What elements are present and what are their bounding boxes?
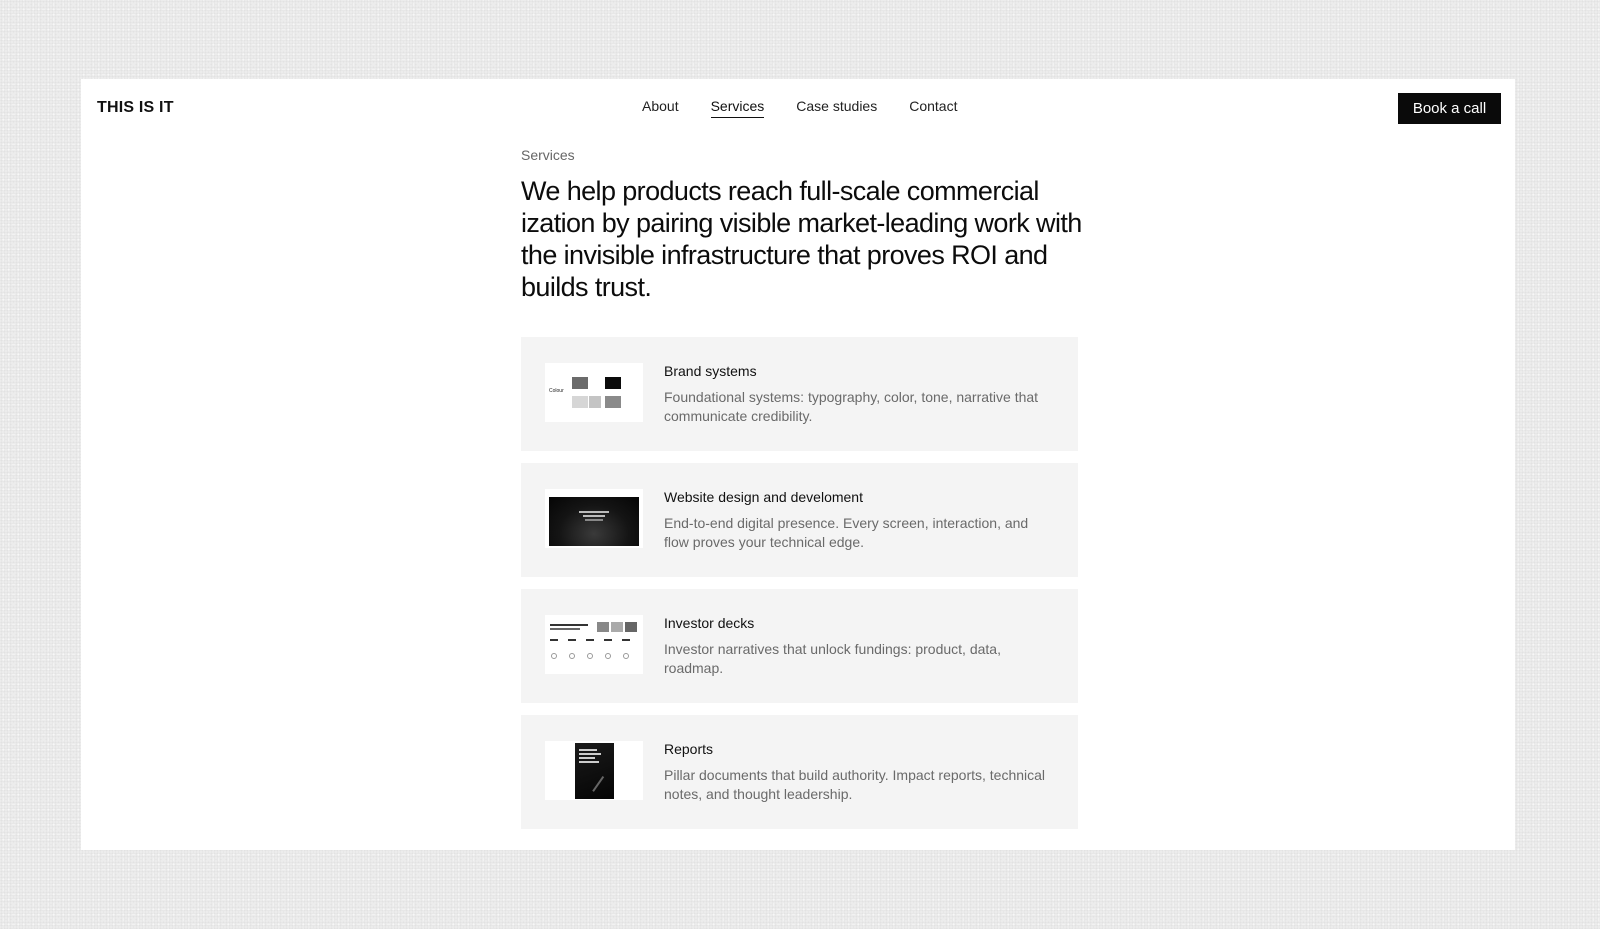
preview-line <box>579 511 609 513</box>
cover-line <box>579 761 599 763</box>
deck-stat <box>604 639 612 641</box>
main-nav: About Services Case studies Contact <box>642 98 989 118</box>
deck-heading-line <box>550 624 588 626</box>
reports-thumbnail <box>545 741 643 800</box>
page-frame: THIS IS IT About Services Case studies C… <box>81 79 1515 850</box>
deck-block <box>625 622 637 632</box>
report-cover <box>575 743 614 799</box>
page-headline: We help products reach full-scale commer… <box>521 176 1082 302</box>
investor-decks-thumbnail <box>545 615 643 674</box>
thumbnail-label: Colour <box>549 388 564 394</box>
deck-icon <box>623 653 629 659</box>
deck-block <box>597 622 609 632</box>
deck-stat <box>586 639 594 641</box>
site-logo[interactable]: THIS IS IT <box>97 99 174 117</box>
brand-systems-thumbnail: Colour <box>545 363 643 422</box>
deck-heading-line <box>550 628 580 630</box>
service-description: End-to-end digital presence. Every scree… <box>664 515 1029 550</box>
website-preview <box>549 497 639 546</box>
deck-stat <box>568 639 576 641</box>
nav-item-contact[interactable]: Contact <box>909 98 957 118</box>
deck-stat <box>622 639 630 641</box>
nav-item-about[interactable]: About <box>642 98 679 118</box>
preview-line <box>583 515 605 517</box>
swatch-light <box>572 396 588 408</box>
swatch-black <box>605 377 621 389</box>
service-description: Foundational systems: typography, color,… <box>664 389 1039 424</box>
deck-block <box>611 622 623 632</box>
services-list: Colour Brand systems Foundational system… <box>521 337 1078 841</box>
service-card-investor-decks[interactable]: Investor decks Investor narratives that … <box>521 589 1078 703</box>
section-eyebrow: Services <box>521 147 575 163</box>
swatch-light-2 <box>589 396 601 408</box>
service-card-reports[interactable]: Reports Pillar documents that build auth… <box>521 715 1078 829</box>
deck-icon <box>605 653 611 659</box>
nav-item-case-studies[interactable]: Case studies <box>796 98 877 118</box>
deck-icon <box>587 653 593 659</box>
swatch-grey <box>572 377 588 389</box>
service-card-brand-systems[interactable]: Colour Brand systems Foundational system… <box>521 337 1078 451</box>
service-description: Pillar documents that build authority. I… <box>664 767 1046 802</box>
cover-line <box>579 753 601 755</box>
book-call-button[interactable]: Book a call <box>1398 93 1501 124</box>
swatch-mid <box>605 396 621 408</box>
service-title: Brand systems <box>664 363 757 379</box>
cover-graphic <box>592 775 604 792</box>
cover-line <box>579 757 595 759</box>
service-title: Investor decks <box>664 615 755 631</box>
service-title: Website design and develoment <box>664 489 863 505</box>
service-card-website[interactable]: Website design and develoment End-to-end… <box>521 463 1078 577</box>
deck-icon <box>569 653 575 659</box>
deck-icon <box>551 653 557 659</box>
deck-stat <box>550 639 558 641</box>
preview-line <box>585 519 603 521</box>
service-description: Investor narratives that unlock fundings… <box>664 641 1001 676</box>
nav-item-services[interactable]: Services <box>710 98 765 118</box>
cover-line <box>579 749 597 751</box>
website-thumbnail <box>545 489 643 548</box>
service-title: Reports <box>664 741 714 757</box>
